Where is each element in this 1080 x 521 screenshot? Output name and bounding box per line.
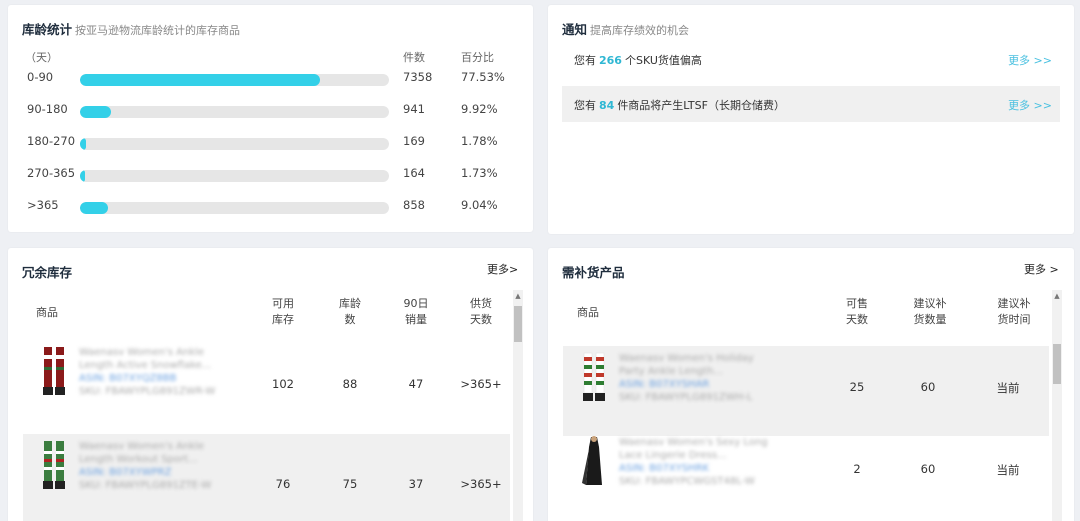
notice-title: 通知 提高库存绩效的机会 — [562, 22, 690, 37]
col-sales: 90日 销量 — [403, 297, 429, 326]
age-row: 270-365 164 1.73% — [8, 164, 533, 184]
excess-inventory-card: 冗余库存 更多> 商品 可用 库存 库龄 数 90日 销量 供货 天数 Waen… — [8, 248, 533, 521]
age-bar-fill — [80, 170, 86, 182]
col-suggested-time: 建议补 货时间 — [997, 297, 1031, 326]
product-thumbnail — [43, 347, 65, 395]
notice-item: 您有 266 个SKU货值偏高 更多 >> — [574, 52, 1052, 68]
available-cell: 102 — [272, 377, 294, 391]
product-thumbnail — [582, 436, 602, 485]
col-supply: 供货 天数 — [470, 297, 492, 326]
supply-cell: >365+ — [460, 477, 502, 491]
col-sellable-days: 可售 天数 — [846, 297, 868, 326]
age-bar-fill — [80, 202, 108, 214]
inventory-age-title: 库龄统计 按亚马逊物流库龄统计的库存商品 — [22, 22, 241, 37]
age-range-label: 180-270 — [27, 134, 76, 148]
notice-more-link[interactable]: 更多 >> — [1008, 52, 1052, 68]
suggested-qty-cell: 60 — [920, 462, 936, 476]
age-cell: 88 — [342, 377, 358, 391]
restock-more-link[interactable]: 更多 > — [1024, 261, 1059, 277]
age-range-label: 0-90 — [27, 70, 54, 84]
age-row: 90-180 941 9.92% — [8, 100, 533, 120]
sellable-days-cell: 25 — [849, 380, 865, 394]
age-bar-fill — [80, 74, 320, 86]
restock-scrollbar[interactable]: ▲ — [1052, 290, 1062, 521]
table-row[interactable]: Waenasv Women's Ankle Length Active Snow… — [23, 340, 510, 430]
col-suggested-qty: 建议补 货数量 — [913, 297, 947, 326]
age-range-label: 270-365 — [27, 166, 76, 180]
age-bar-track — [80, 74, 389, 86]
age-percent: 9.92% — [461, 102, 498, 116]
product-info: Waenasv Women's Sexy Long Lace Lingerie … — [619, 437, 768, 487]
product-thumbnail — [43, 441, 65, 489]
excess-inventory-title: 冗余库存 — [22, 265, 73, 280]
age-row: 180-270 169 1.78% — [8, 132, 533, 152]
age-count: 164 — [403, 166, 425, 180]
scroll-up-icon[interactable]: ▲ — [1053, 292, 1061, 300]
sales-cell: 37 — [408, 477, 424, 491]
excess-scrollbar[interactable]: ▲ — [513, 290, 523, 521]
age-bar-track — [80, 202, 389, 214]
pct-header: 百分比 — [461, 51, 494, 64]
age-count: 941 — [403, 102, 425, 116]
notice-more-link[interactable]: 更多 >> — [1008, 97, 1052, 113]
age-count: 169 — [403, 134, 425, 148]
restock-title: 需补货产品 — [562, 265, 625, 280]
scroll-up-icon[interactable]: ▲ — [514, 292, 522, 300]
sales-cell: 47 — [408, 377, 424, 391]
table-row[interactable]: Waenasv Women's Ankle Length Workout Spo… — [23, 434, 510, 521]
notice-item: 您有 84 件商品将产生LTSF（长期仓储费） 更多 >> — [562, 86, 1060, 122]
excess-more-link[interactable]: 更多> — [487, 261, 518, 277]
product-thumbnail — [583, 352, 605, 401]
age-percent: 77.53% — [461, 70, 505, 84]
age-bar-fill — [80, 138, 86, 150]
age-row: 0-90 7358 77.53% — [8, 68, 533, 88]
age-range-label: >365 — [27, 198, 59, 212]
notice-card: 通知 提高库存绩效的机会 您有 266 个SKU货值偏高 更多 >> 您有 84 件商品将… — [548, 5, 1074, 234]
age-bar-fill — [80, 106, 111, 118]
age-percent: 9.04% — [461, 198, 498, 212]
col-available: 可用 库存 — [272, 297, 294, 326]
sellable-days-cell: 2 — [853, 462, 861, 476]
age-bar-track — [80, 138, 389, 150]
col-product: 商品 — [577, 306, 599, 319]
range-header: （天） — [25, 51, 58, 64]
product-info: Waenasv Women's Ankle Length Active Snow… — [79, 347, 216, 397]
suggested-time-cell: 当前 — [996, 381, 1020, 395]
product-info: Waenasv Women's Holiday Party Ankle Leng… — [619, 353, 754, 403]
suggested-qty-cell: 60 — [920, 380, 936, 394]
age-row: >365 858 9.04% — [8, 196, 533, 216]
age-count: 7358 — [403, 70, 433, 84]
available-cell: 76 — [275, 477, 291, 491]
product-info: Waenasv Women's Ankle Length Workout Spo… — [79, 441, 212, 491]
scroll-thumb[interactable] — [514, 306, 522, 342]
age-percent: 1.73% — [461, 166, 498, 180]
age-count: 858 — [403, 198, 425, 212]
count-header: 件数 — [403, 51, 425, 64]
age-bar-track — [80, 170, 389, 182]
table-row[interactable]: Waenasv Women's Sexy Long Lace Lingerie … — [563, 430, 1049, 520]
col-age: 库龄 数 — [339, 297, 361, 326]
age-range-label: 90-180 — [27, 102, 68, 116]
scroll-thumb[interactable] — [1053, 344, 1061, 384]
age-cell: 75 — [342, 477, 358, 491]
suggested-time-cell: 当前 — [996, 463, 1020, 477]
age-percent: 1.78% — [461, 134, 498, 148]
restock-card: 需补货产品 更多 > 商品 可售 天数 建议补 货数量 建议补 货时间 Waen… — [548, 248, 1074, 521]
age-bar-track — [80, 106, 389, 118]
table-row[interactable]: Waenasv Women's Holiday Party Ankle Leng… — [563, 346, 1049, 436]
inventory-age-card: 库龄统计 按亚马逊物流库龄统计的库存商品 （天） 件数 百分比 0-90 7358 7… — [8, 5, 533, 232]
supply-cell: >365+ — [460, 377, 502, 391]
col-product: 商品 — [36, 306, 58, 319]
